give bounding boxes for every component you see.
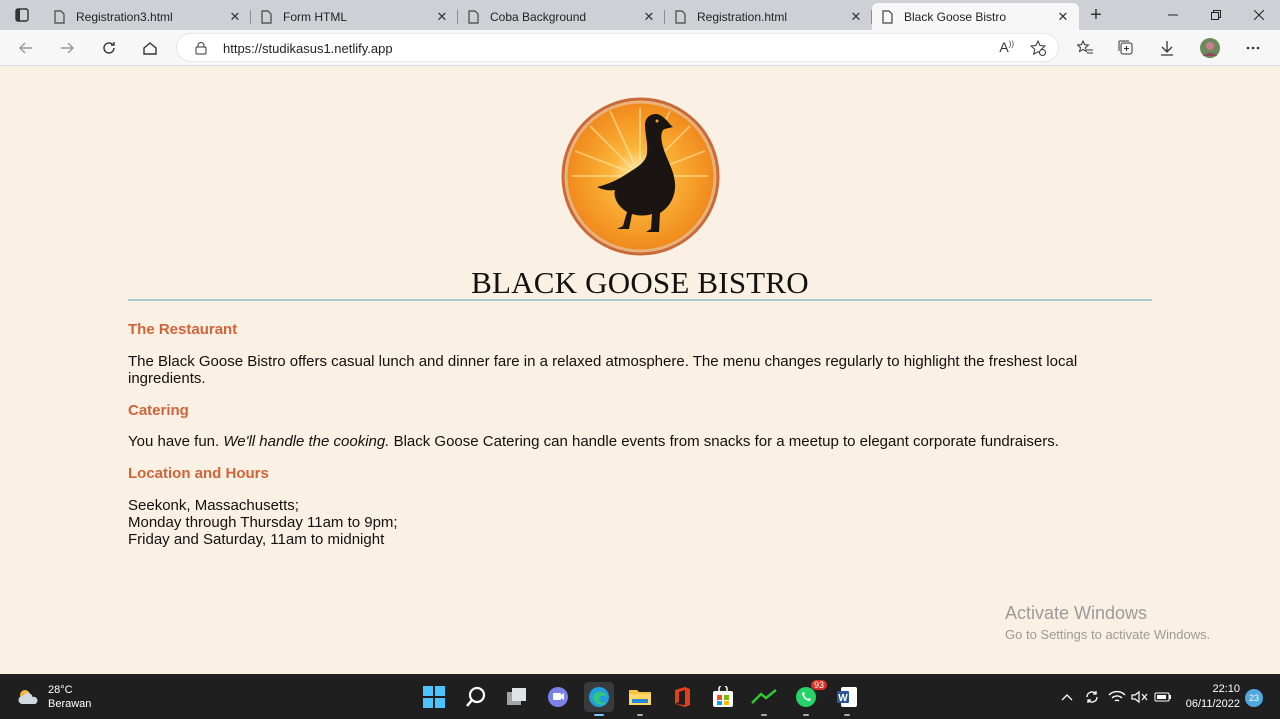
hours-weekend: Friday and Saturday, 11am to midnight bbox=[128, 531, 385, 548]
refresh-icon[interactable] bbox=[95, 34, 123, 62]
restore-icon[interactable] bbox=[1194, 0, 1237, 30]
tab-registration[interactable]: Registration.html ✕ bbox=[665, 3, 872, 30]
page-icon bbox=[882, 9, 893, 24]
task-view-icon[interactable] bbox=[502, 682, 532, 712]
close-icon[interactable]: ✕ bbox=[1055, 9, 1071, 25]
clock-time: 22:10 bbox=[1212, 683, 1240, 695]
section-heading-restaurant: The Restaurant bbox=[128, 321, 238, 338]
page-icon bbox=[468, 9, 479, 24]
notification-count-badge[interactable]: 23 bbox=[1245, 689, 1263, 707]
edge-browser-icon[interactable] bbox=[584, 682, 614, 716]
close-icon[interactable]: ✕ bbox=[434, 9, 450, 25]
page-icon bbox=[261, 9, 272, 24]
weather-widget[interactable]: 28°C Berawan bbox=[16, 683, 91, 711]
navigation-bar: https://studikasus1.netlify.app A)) bbox=[0, 30, 1280, 66]
app-icon[interactable] bbox=[749, 682, 779, 716]
office-icon[interactable] bbox=[667, 682, 697, 712]
new-tab-icon[interactable]: + bbox=[1079, 0, 1113, 30]
read-aloud-icon[interactable]: A)) bbox=[999, 39, 1014, 55]
teams-chat-icon[interactable] bbox=[543, 682, 573, 712]
address-bar[interactable]: https://studikasus1.netlify.app A)) bbox=[176, 33, 1059, 62]
clock-date: 06/11/2022 bbox=[1185, 698, 1240, 710]
favorites-icon[interactable] bbox=[1071, 34, 1099, 62]
hours-weekday: Monday through Thursday 11am to 9pm; bbox=[128, 514, 398, 531]
downloads-icon[interactable] bbox=[1153, 34, 1181, 62]
tab-label: Black Goose Bistro bbox=[904, 9, 1007, 24]
collections-icon[interactable] bbox=[1112, 34, 1140, 62]
lock-icon[interactable] bbox=[195, 42, 207, 55]
close-icon[interactable]: ✕ bbox=[848, 9, 864, 25]
catering-description: You have fun. We'll handle the cooking. … bbox=[128, 433, 1228, 450]
search-icon[interactable] bbox=[461, 682, 491, 712]
wifi-icon[interactable] bbox=[1105, 682, 1129, 712]
activate-windows-watermark: Activate Windows Go to Settings to activ… bbox=[1005, 603, 1210, 642]
tab-form-html[interactable]: Form HTML ✕ bbox=[251, 3, 458, 30]
system-clock[interactable]: 22:10 06/11/2022 bbox=[1180, 682, 1240, 712]
more-icon[interactable] bbox=[1239, 34, 1267, 62]
minimize-icon[interactable] bbox=[1151, 0, 1194, 30]
cloudy-weather-icon bbox=[18, 690, 38, 704]
restaurant-description: The Black Goose Bistro offers casual lun… bbox=[128, 353, 1078, 387]
chevron-up-icon[interactable] bbox=[1055, 682, 1079, 712]
tab-bar: Registration3.html ✕ Form HTML ✕ Coba Ba… bbox=[0, 0, 1280, 30]
tab-actions-icon[interactable] bbox=[0, 0, 44, 30]
back-icon[interactable] bbox=[12, 34, 40, 62]
url-text: https://studikasus1.netlify.app bbox=[223, 41, 393, 56]
start-icon[interactable] bbox=[419, 682, 449, 712]
whatsapp-icon[interactable]: 93 bbox=[791, 680, 827, 716]
section-heading-catering: Catering bbox=[128, 402, 189, 419]
page-icon bbox=[675, 9, 686, 24]
volume-muted-icon[interactable] bbox=[1128, 682, 1152, 712]
tab-black-goose-bistro[interactable]: Black Goose Bistro ✕ bbox=[872, 3, 1079, 30]
page-title: BLACK GOOSE BISTRO bbox=[471, 265, 809, 300]
close-icon[interactable]: ✕ bbox=[227, 9, 243, 25]
tab-label: Registration.html bbox=[697, 9, 788, 24]
tab-label: Registration3.html bbox=[76, 9, 173, 24]
catering-emphasis: We'll handle the cooking. bbox=[223, 433, 390, 450]
whatsapp-unread-badge: 93 bbox=[810, 680, 827, 690]
tab-registration3[interactable]: Registration3.html ✕ bbox=[44, 3, 251, 30]
file-explorer-icon[interactable] bbox=[625, 682, 655, 716]
catering-text-prefix: You have fun. bbox=[128, 433, 224, 450]
microsoft-store-icon[interactable] bbox=[708, 682, 738, 712]
word-icon[interactable]: W bbox=[832, 682, 862, 716]
close-icon[interactable]: ✕ bbox=[641, 9, 657, 25]
location-hours: Seekonk, Massachusetts; Monday through T… bbox=[128, 497, 1128, 548]
home-icon[interactable] bbox=[136, 34, 164, 62]
tab-label: Coba Background bbox=[490, 9, 587, 24]
page-icon bbox=[54, 9, 65, 24]
weather-condition: Berawan bbox=[48, 698, 92, 710]
taskbar: 28°C Berawan 93 W 22:10 06/11/2022 23 bbox=[0, 674, 1280, 719]
catering-text-suffix: Black Goose Catering can handle events f… bbox=[389, 433, 1059, 450]
watermark-title: Activate Windows bbox=[1005, 603, 1148, 623]
temperature: 28°C bbox=[48, 684, 73, 696]
close-window-icon[interactable] bbox=[1237, 0, 1280, 30]
battery-icon[interactable] bbox=[1151, 682, 1175, 712]
add-favorite-icon[interactable] bbox=[1030, 40, 1046, 56]
page-content: BLACK GOOSE BISTRO The Restaurant The Bl… bbox=[0, 67, 1280, 674]
title-divider bbox=[128, 299, 1152, 301]
tab-coba-background[interactable]: Coba Background ✕ bbox=[458, 3, 665, 30]
section-heading-location: Location and Hours bbox=[128, 465, 269, 482]
forward-icon[interactable] bbox=[53, 34, 81, 62]
watermark-subtitle: Go to Settings to activate Windows. bbox=[1005, 627, 1211, 642]
svg-text:W: W bbox=[838, 693, 848, 704]
black-goose-logo bbox=[561, 97, 720, 256]
sync-icon[interactable] bbox=[1080, 682, 1104, 712]
profile-avatar[interactable] bbox=[1196, 34, 1224, 62]
address-line: Seekonk, Massachusetts; bbox=[128, 497, 299, 514]
tab-label: Form HTML bbox=[283, 9, 347, 24]
